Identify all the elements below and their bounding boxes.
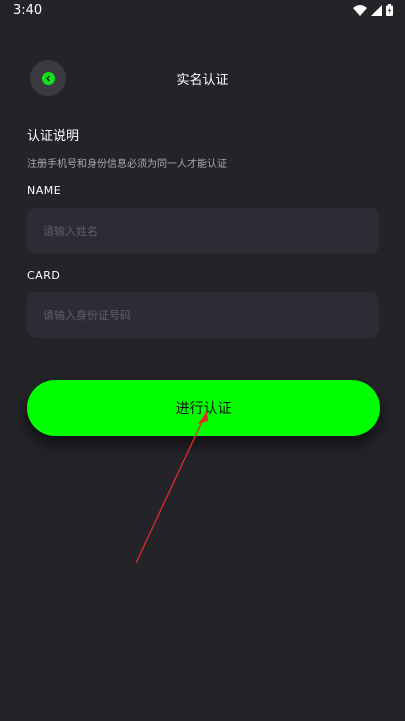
page-title: 实名认证 [176,73,229,88]
card-label: CARD [27,269,61,282]
id-card-input[interactable] [27,292,379,338]
status-bar: 3:40 [0,0,405,24]
status-icons [353,4,393,16]
status-time: 3:40 [13,3,43,18]
verify-button-label: 进行认证 [175,401,232,417]
name-input[interactable] [27,208,379,254]
annotation-arrow [135,410,208,564]
signal-icon [371,4,382,16]
verification-screen: 3:40 实名认证 认证说明 注册手机号和身份信息必须为同一人才能认证 NAME… [0,0,405,721]
intro-title: 认证说明 [27,129,80,144]
verify-button[interactable]: 进行认证 [27,380,380,436]
name-label: NAME [27,184,62,197]
wifi-icon [353,4,367,16]
battery-icon [386,4,393,16]
intro-description: 注册手机号和身份信息必须为同一人才能认证 [27,159,227,170]
